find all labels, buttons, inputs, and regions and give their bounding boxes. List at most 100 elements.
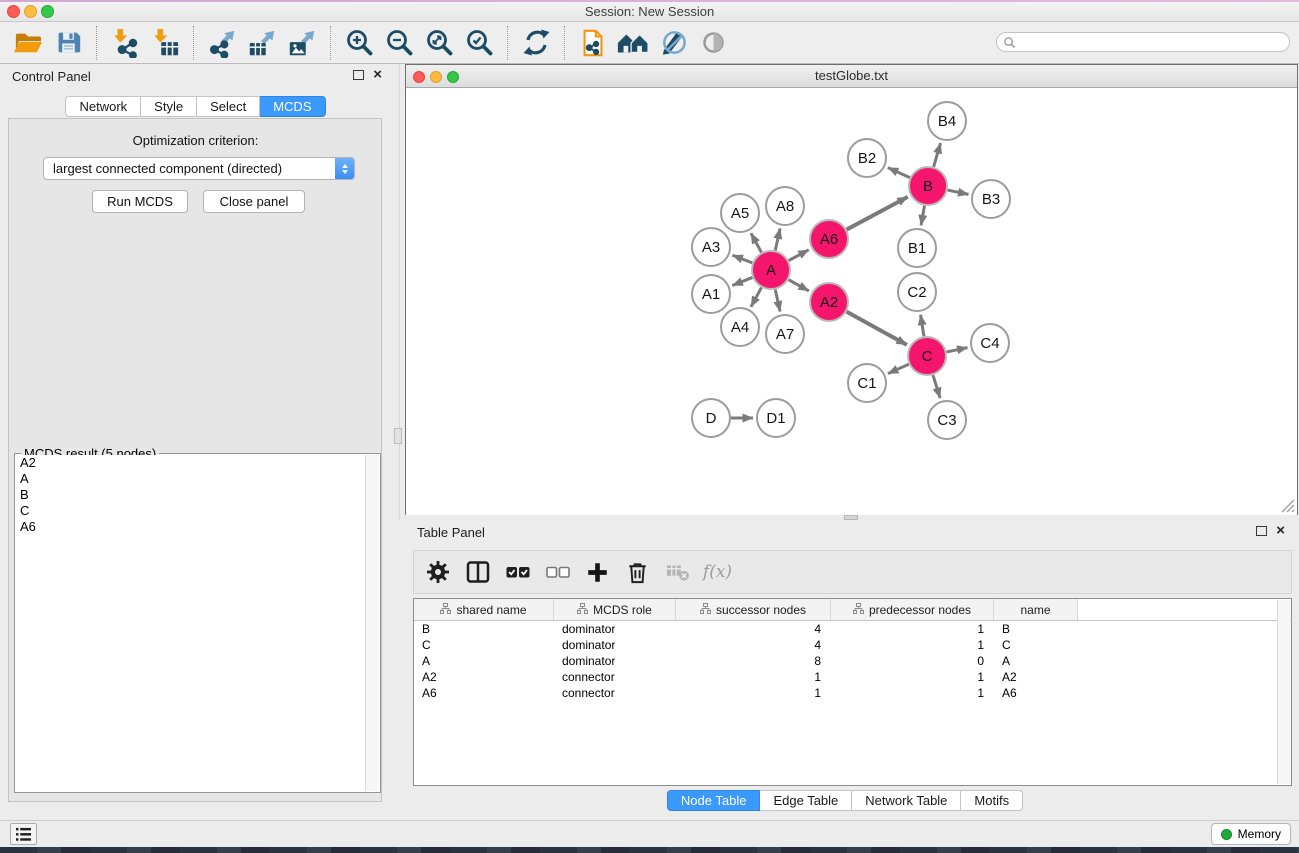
network-canvas[interactable]: AA1A2A3A4A5A6A7A8BB1B2B3B4CC1C2C3C4DD1 [406, 88, 1297, 515]
edge-C-C3[interactable] [933, 375, 940, 398]
edge-B-B2[interactable] [888, 168, 910, 178]
criterion-select[interactable]: largest connected component (directed) [43, 157, 355, 180]
table-cell[interactable]: connector [554, 685, 676, 701]
graph-node-C1[interactable]: C1 [848, 364, 886, 402]
delete-columns-icon[interactable] [624, 559, 651, 586]
zoom-selected-icon[interactable] [461, 25, 497, 61]
edge-B-B4[interactable] [934, 143, 941, 167]
zoom-in-icon[interactable] [341, 25, 377, 61]
table-cell[interactable]: A6 [994, 685, 1078, 701]
attribute-settings-gear-icon[interactable] [424, 559, 451, 586]
edge-C-C1[interactable] [888, 364, 909, 373]
column-header-mcds-role[interactable]: MCDS role [554, 599, 676, 620]
result-list-item[interactable]: C [16, 503, 366, 519]
graph-node-C4[interactable]: C4 [971, 324, 1009, 362]
graph-node-A6[interactable]: A6 [810, 220, 848, 258]
table-cell[interactable]: 4 [676, 637, 831, 653]
zoom-out-icon[interactable] [381, 25, 417, 61]
edge-A-A3[interactable] [732, 255, 752, 263]
function-builder-icon[interactable]: f(x) [704, 559, 731, 586]
table-cell[interactable]: 1 [831, 685, 994, 701]
edge-A6-B[interactable] [847, 197, 908, 230]
edge-A2-C[interactable] [847, 312, 907, 345]
edge-C-C2[interactable] [921, 315, 924, 337]
float-panel-icon[interactable] [353, 70, 364, 80]
table-cell[interactable]: 1 [831, 621, 994, 637]
edge-A-A6[interactable] [789, 250, 809, 261]
close-panel-icon[interactable]: × [373, 70, 382, 80]
table-row[interactable]: Cdominator41C [414, 637, 1291, 653]
search-input[interactable] [1016, 34, 1289, 50]
column-header-predecessor-nodes[interactable]: predecessor nodes [831, 599, 994, 620]
edge-A-A5[interactable] [751, 233, 761, 252]
tab-select[interactable]: Select [197, 96, 260, 117]
graph-node-A3[interactable]: A3 [692, 228, 730, 266]
float-table-panel-icon[interactable] [1256, 526, 1267, 536]
graph-node-C2[interactable]: C2 [898, 273, 936, 311]
tab-mcds[interactable]: MCDS [260, 96, 325, 117]
table-cell[interactable]: 4 [676, 621, 831, 637]
save-session-icon[interactable] [50, 25, 86, 61]
table-cell[interactable]: dominator [554, 621, 676, 637]
graph-node-B2[interactable]: B2 [848, 139, 886, 177]
run-mcds-button[interactable]: Run MCDS [92, 190, 188, 213]
zoom-fit-icon[interactable] [421, 25, 457, 61]
table-cell[interactable]: 8 [676, 653, 831, 669]
edge-C-C4[interactable] [947, 348, 968, 352]
tab-motifs[interactable]: Motifs [961, 790, 1023, 811]
open-ndex-icon[interactable] [615, 25, 651, 61]
table-cell[interactable]: A6 [414, 685, 554, 701]
vertical-splitter-grip[interactable] [394, 428, 402, 444]
resize-grip-icon[interactable] [1278, 496, 1295, 513]
result-list-item[interactable]: A [16, 471, 366, 487]
graph-node-A8[interactable]: A8 [766, 187, 804, 225]
table-cell[interactable]: 1 [676, 685, 831, 701]
edge-A-A2[interactable] [789, 280, 809, 291]
close-panel-button[interactable]: Close panel [203, 190, 305, 213]
graph-node-C3[interactable]: C3 [928, 401, 966, 439]
create-column-icon[interactable] [584, 559, 611, 586]
memory-button[interactable]: Memory [1211, 823, 1291, 845]
import-network-icon[interactable] [107, 25, 143, 61]
graph-node-A[interactable]: A [752, 251, 790, 289]
table-row[interactable]: Bdominator41B [414, 621, 1291, 637]
table-scrollbar[interactable] [1277, 600, 1290, 784]
table-row[interactable]: Adominator80A [414, 653, 1291, 669]
close-table-panel-icon[interactable]: × [1276, 526, 1285, 536]
table-cell[interactable]: dominator [554, 637, 676, 653]
table-cell[interactable]: 1 [831, 669, 994, 685]
graph-node-A5[interactable]: A5 [721, 194, 759, 232]
table-cell[interactable]: A [994, 653, 1078, 669]
tab-node-table[interactable]: Node Table [667, 790, 761, 811]
apply-layout-icon[interactable] [518, 25, 554, 61]
result-list-item[interactable]: B [16, 487, 366, 503]
graph-node-A7[interactable]: A7 [766, 315, 804, 353]
result-scrollbar[interactable] [365, 455, 379, 791]
deselect-all-rows-icon[interactable] [544, 559, 571, 586]
table-row[interactable]: A6connector11A6 [414, 685, 1291, 701]
network-minimize-button[interactable] [430, 71, 442, 83]
table-cell[interactable]: A2 [414, 669, 554, 685]
graph-node-D1[interactable]: D1 [757, 399, 795, 437]
close-window-button[interactable] [7, 5, 20, 18]
table-cell[interactable]: 0 [831, 653, 994, 669]
hide-graphics-details-icon[interactable] [655, 25, 691, 61]
import-table-icon[interactable] [147, 25, 183, 61]
table-cell[interactable]: 1 [831, 637, 994, 653]
graph-node-C[interactable]: C [908, 337, 946, 375]
table-cell[interactable]: A [414, 653, 554, 669]
export-image-icon[interactable] [284, 25, 320, 61]
export-table-icon[interactable] [244, 25, 280, 61]
zoom-window-button[interactable] [41, 5, 54, 18]
result-list-item[interactable]: A6 [16, 519, 366, 535]
network-close-button[interactable] [413, 71, 425, 83]
graph-node-A4[interactable]: A4 [721, 308, 759, 346]
tab-style[interactable]: Style [141, 96, 197, 117]
delete-table-icon[interactable] [664, 559, 691, 586]
task-history-button[interactable] [10, 823, 37, 845]
table-cell[interactable]: dominator [554, 653, 676, 669]
edge-A-A7[interactable] [775, 290, 780, 312]
table-cell[interactable]: 1 [676, 669, 831, 685]
column-header-successor-nodes[interactable]: successor nodes [676, 599, 831, 620]
graph-node-B3[interactable]: B3 [972, 180, 1010, 218]
